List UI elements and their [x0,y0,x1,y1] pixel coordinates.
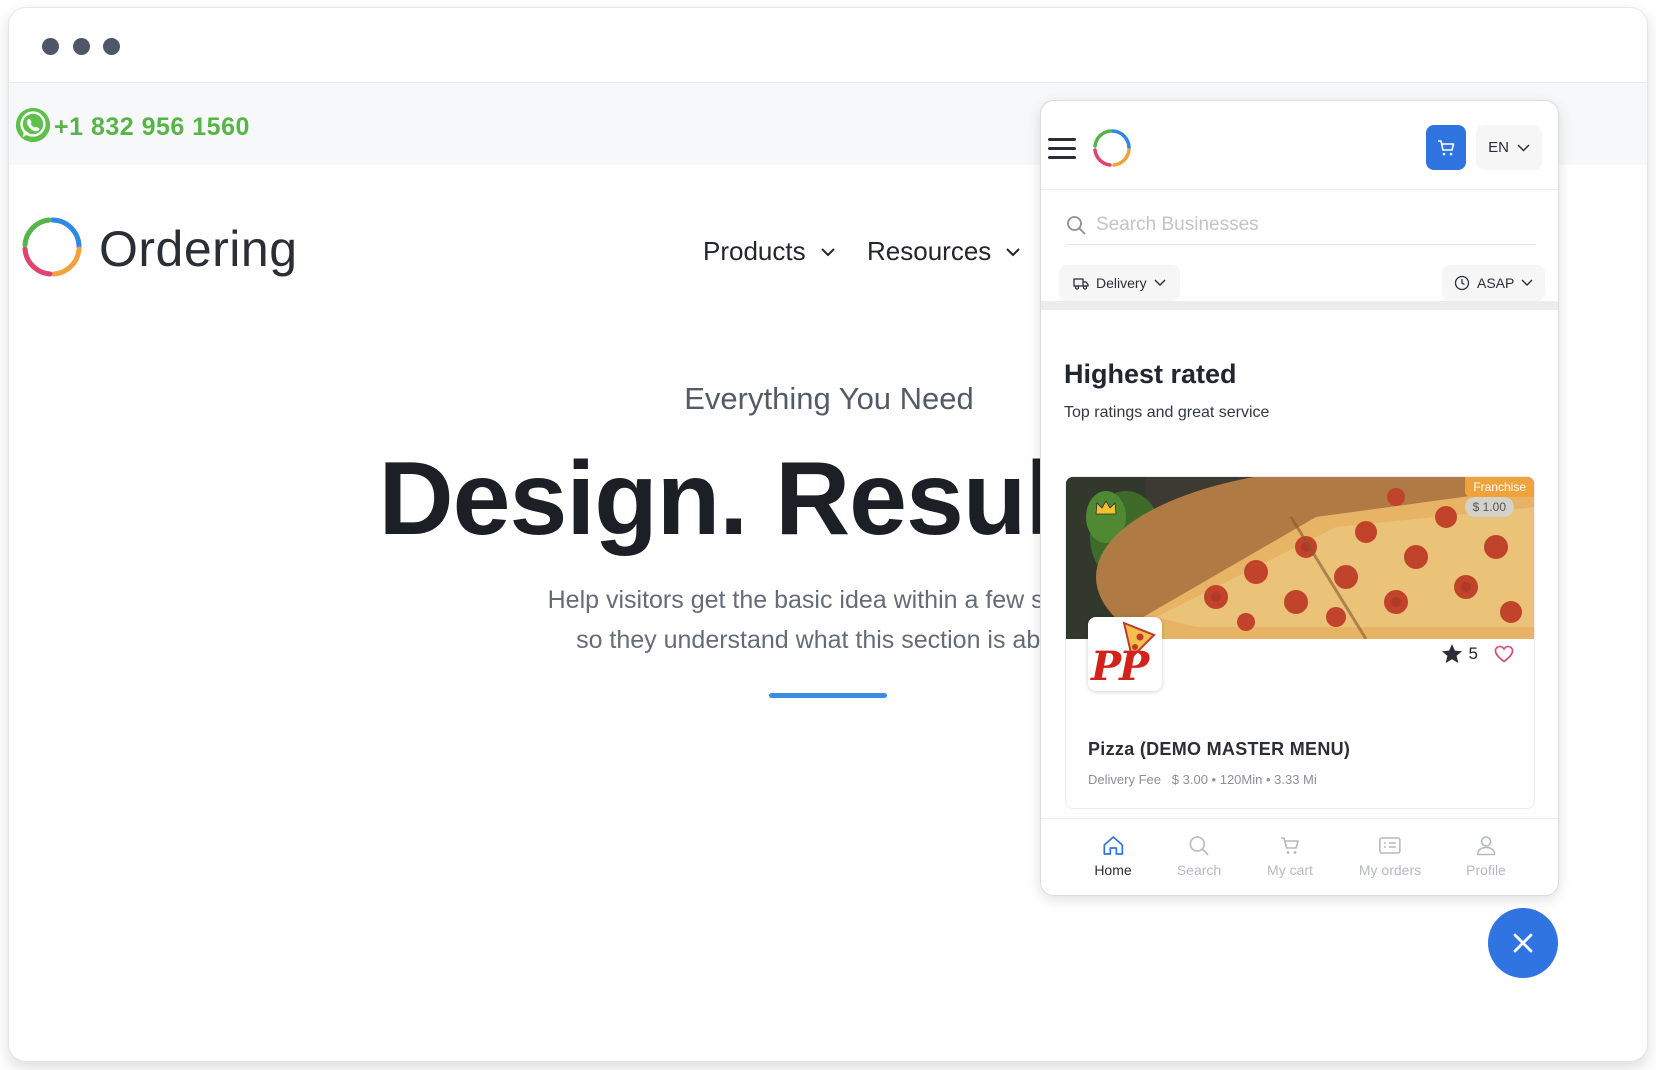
search-icon [1189,836,1209,856]
franchise-badge: Franchise [1465,477,1534,497]
price-badge: $ 1.00 [1464,497,1514,517]
business-card[interactable]: Franchise $ 1.00 PP 5 Pizza (DEMO MASTER… [1065,476,1535,809]
crown-icon [1095,500,1117,515]
bottom-nav: Home Search My cart My orders Profile [1041,818,1558,895]
tab-my-cart[interactable]: My cart [1267,835,1313,878]
app-header: EN [1041,101,1558,190]
tab-profile[interactable]: Profile [1466,835,1506,878]
time-label: ASAP [1477,275,1515,291]
chevron-down-icon [820,247,835,256]
section-divider [1041,301,1558,310]
cart-icon [1438,139,1455,155]
phone-number[interactable]: +1 832 956 1560 [54,113,250,142]
section-subtitle: Top ratings and great service [1064,404,1270,421]
ordering-logo-icon[interactable] [21,216,83,278]
order-type-select[interactable]: Delivery [1059,265,1180,301]
pizza-photo [1066,477,1534,639]
window-dot-minimize[interactable] [73,38,90,55]
tab-my-cart-label: My cart [1267,862,1313,878]
tab-my-orders[interactable]: My orders [1359,835,1421,878]
tab-home[interactable]: Home [1094,835,1132,878]
title-bar [9,8,1647,83]
close-icon [1513,933,1533,953]
clock-icon [1454,275,1470,291]
chevron-down-icon [1154,279,1166,286]
language-select[interactable]: EN [1476,125,1542,170]
business-logo-text: PP [1091,643,1149,690]
app-logo-icon[interactable] [1092,128,1132,168]
nav-products-label: Products [703,236,806,266]
tab-profile-label: Profile [1466,862,1506,878]
chevron-down-icon [1006,247,1020,256]
nav-products[interactable]: Products [703,236,836,267]
profile-icon [1476,836,1496,856]
menu-icon[interactable] [1048,131,1076,165]
section-title: Highest rated [1064,359,1237,389]
nav-resources[interactable]: Resources [867,236,1021,267]
search-input[interactable] [1096,213,1516,236]
tab-search[interactable]: Search [1177,835,1221,878]
window-dot-close[interactable] [42,38,59,55]
orders-icon [1379,837,1401,854]
delivery-truck-icon [1073,277,1089,290]
search-bar[interactable] [1066,205,1536,245]
order-type-label: Delivery [1096,275,1147,291]
business-cover-image: Franchise $ 1.00 [1066,477,1534,639]
brand-name[interactable]: Ordering [99,220,298,278]
business-meta: Delivery Fee $ 3.00 • 120Min • 3.33 Mi [1088,772,1317,787]
business-rating: 5 [1441,643,1478,664]
nav-resources-label: Resources [867,236,992,266]
tab-my-orders-label: My orders [1358,862,1422,878]
tab-search-label: Search [1176,862,1222,878]
search-icon [1067,215,1086,234]
tab-home-label: Home [1094,862,1132,878]
chevron-down-icon [1517,143,1530,152]
rating-value: 5 [1468,643,1478,663]
business-logo: PP [1088,617,1162,691]
ordering-app-panel: EN Delivery ASAP Highest rated Top ratin… [1040,100,1559,896]
window-dot-maximize[interactable] [103,38,120,55]
cart-button[interactable] [1426,125,1466,170]
hero-divider [769,693,887,698]
time-select[interactable]: ASAP [1442,265,1546,301]
star-icon [1441,644,1462,663]
close-widget-button[interactable] [1488,908,1558,978]
cart-icon [1280,837,1299,854]
language-label: EN [1488,139,1509,156]
favorite-heart-icon[interactable] [1494,645,1514,663]
chevron-down-icon [1521,279,1533,286]
whatsapp-icon[interactable] [14,106,52,144]
home-icon [1103,836,1123,855]
business-name[interactable]: Pizza (DEMO MASTER MENU) [1088,739,1350,760]
